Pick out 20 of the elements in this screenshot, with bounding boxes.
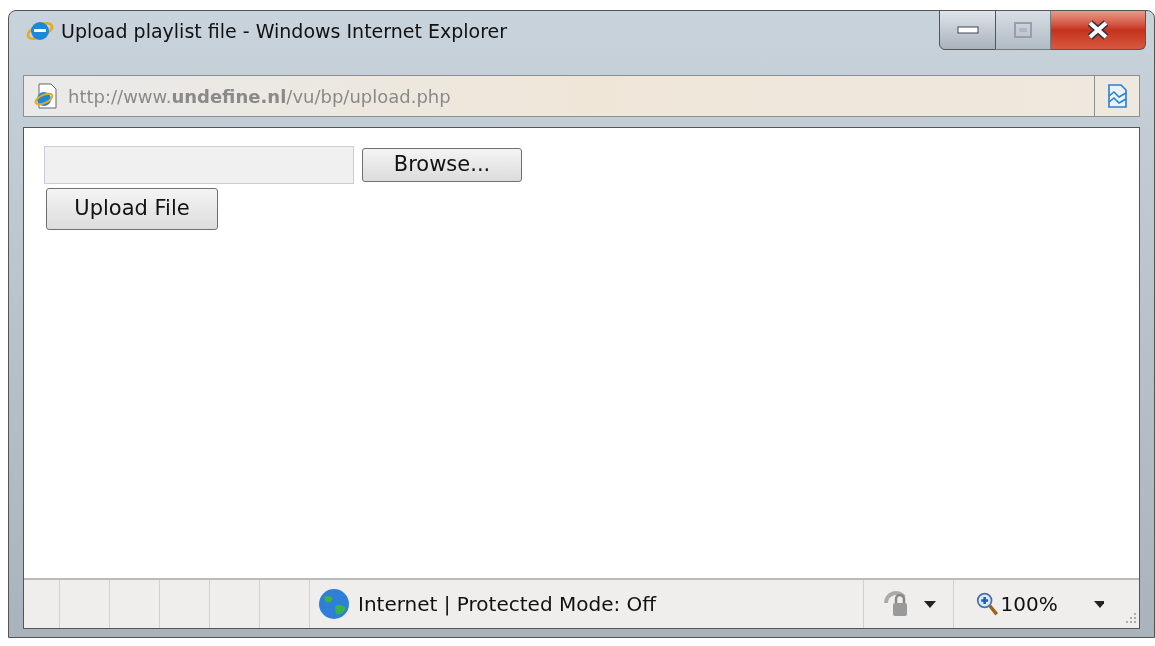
zoom-level-text: 100%: [1000, 591, 1058, 618]
dropdown-arrow-icon: [1093, 600, 1104, 608]
maximize-icon: [1014, 22, 1032, 38]
dropdown-arrow-icon: [923, 600, 936, 608]
maximize-button[interactable]: [996, 10, 1051, 50]
zoom-in-icon: [976, 590, 999, 618]
window-title: Upload playlist file - Windows Internet Explorer: [61, 18, 508, 44]
file-path-field[interactable]: [44, 146, 354, 184]
close-button[interactable]: [1051, 10, 1146, 50]
resize-grip-icon[interactable]: [1125, 612, 1137, 624]
globe-icon: [318, 588, 350, 620]
page-icon: [34, 83, 58, 109]
zoom-button[interactable]: 100%: [954, 580, 1104, 628]
security-zone-text[interactable]: Internet | Protected Mode: Off: [358, 589, 657, 619]
browse-button[interactable]: Browse...: [362, 148, 522, 182]
close-icon: [1086, 20, 1110, 40]
minimize-button[interactable]: [939, 10, 996, 50]
upload-file-button[interactable]: Upload File: [46, 188, 218, 230]
broken-page-icon: [1106, 84, 1128, 108]
minimize-icon: [956, 26, 979, 34]
